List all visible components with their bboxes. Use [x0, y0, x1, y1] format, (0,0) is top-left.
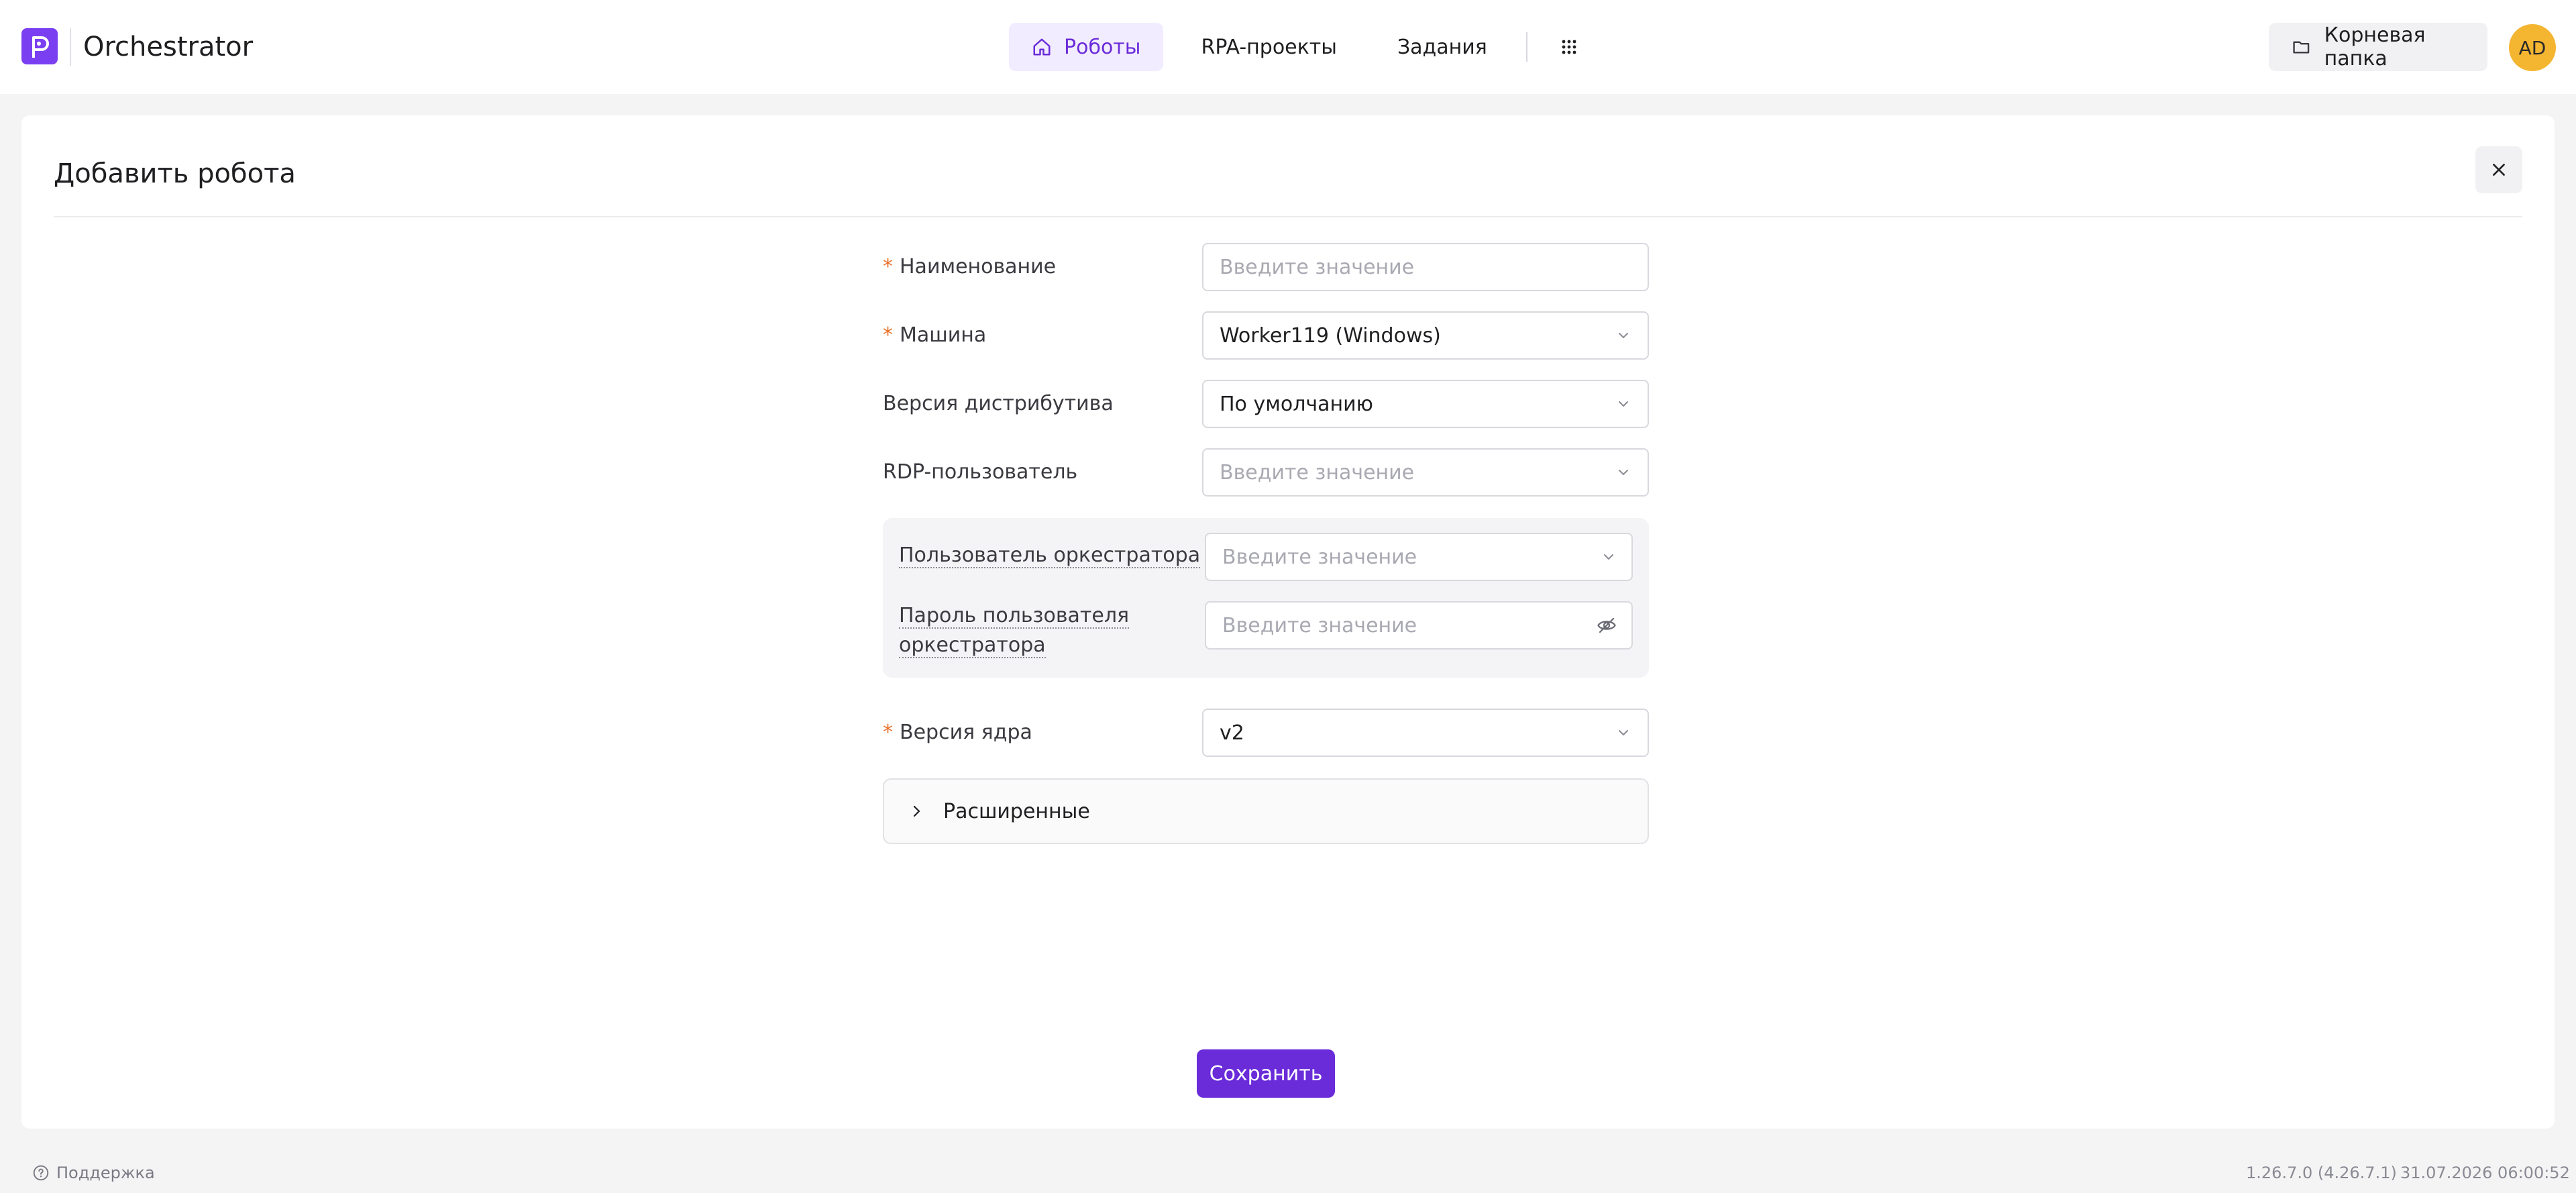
- help-circle-icon: [33, 1165, 49, 1181]
- chevron-down-icon: [1619, 730, 1628, 736]
- server-datetime: 31.07.2026 06:00:52: [2400, 1163, 2570, 1182]
- chevron-down-icon: [1604, 554, 1613, 560]
- main-nav: Роботы RPA-проекты Задания: [1009, 23, 1591, 71]
- orch-password-input[interactable]: Введите значение: [1205, 601, 1633, 650]
- required-marker: *: [883, 721, 893, 744]
- orch-password-label: Пароль пользователя оркестратора: [899, 604, 1130, 658]
- footer: Поддержка 1.26.7.0 (4.26.7.1) 31.07.2026…: [0, 1151, 2576, 1193]
- orch-user-select[interactable]: Введите значение: [1205, 533, 1633, 581]
- app-logo[interactable]: [21, 28, 58, 64]
- eye-off-icon[interactable]: [1597, 615, 1617, 635]
- app-title: Orchestrator: [83, 32, 254, 62]
- nav-item-rpa-projects[interactable]: RPA-проекты: [1178, 23, 1359, 71]
- machine-select[interactable]: Worker119 (Windows): [1202, 311, 1649, 360]
- form-row-machine: * Машина Worker119 (Windows): [883, 311, 1661, 360]
- form-row-distrib-version: Версия дистрибутива По умолчанию: [883, 380, 1661, 428]
- apps-menu-button[interactable]: [1548, 25, 1591, 68]
- rdp-user-select[interactable]: Введите значение: [1202, 448, 1649, 497]
- page-title: Добавить робота: [54, 158, 296, 189]
- chevron-down-icon: [1619, 401, 1628, 407]
- folder-icon: [2293, 41, 2310, 54]
- advanced-section-toggle[interactable]: Расширенные: [883, 778, 1649, 844]
- orch-user-label: Пользователь оркестратора: [899, 543, 1201, 568]
- field-label: * Наименование: [883, 255, 1057, 278]
- grid-icon: [1562, 40, 1576, 54]
- input-placeholder: Введите значение: [1220, 255, 1415, 279]
- panel-divider: [54, 216, 2522, 217]
- nav-item-label: Задания: [1397, 35, 1487, 59]
- select-placeholder: Введите значение: [1222, 545, 1417, 569]
- nav-item-robots[interactable]: Роботы: [1009, 23, 1164, 71]
- form-row-name: * Наименование Введите значение: [883, 243, 1661, 291]
- select-placeholder: Введите значение: [1220, 460, 1415, 484]
- home-icon: [1033, 38, 1051, 56]
- chevron-down-icon: [1619, 470, 1628, 476]
- field-label: * Машина: [883, 323, 987, 347]
- support-link[interactable]: Поддержка: [32, 1159, 155, 1186]
- root-folder-button[interactable]: Корневая папка: [2269, 23, 2487, 71]
- distrib-version-select[interactable]: По умолчанию: [1202, 380, 1649, 428]
- chevron-right-icon: [913, 805, 920, 817]
- nav-item-tasks[interactable]: Задания: [1375, 23, 1510, 71]
- required-marker: *: [883, 255, 893, 278]
- chevron-down-icon: [1619, 333, 1628, 339]
- form-row-core-version: * Версия ядра v2: [883, 709, 1661, 757]
- required-marker: *: [883, 323, 893, 347]
- orchestrator-credentials-group: Пользователь оркестратора Введите значен…: [883, 518, 1649, 678]
- nav-item-label: Роботы: [1064, 35, 1141, 59]
- name-input[interactable]: Введите значение: [1202, 243, 1649, 291]
- select-value: По умолчанию: [1220, 392, 1373, 416]
- advanced-label: Расширенные: [943, 799, 1090, 823]
- logo-divider: [70, 28, 71, 66]
- nav-divider: [1525, 32, 1527, 62]
- field-label: Версия дистрибутива: [883, 392, 1114, 415]
- nav-item-label: RPA-проекты: [1201, 35, 1337, 59]
- root-folder-label: Корневая папка: [2324, 23, 2426, 70]
- form-row-rdp-user: RDP-пользователь Введите значение: [883, 448, 1661, 497]
- user-avatar[interactable]: AD: [2509, 24, 2556, 71]
- close-button[interactable]: [2475, 146, 2522, 193]
- field-label: * Версия ядра: [883, 721, 1032, 744]
- save-button[interactable]: Сохранить: [1197, 1049, 1335, 1098]
- close-icon: [2493, 164, 2505, 176]
- field-label: RDP-пользователь: [883, 460, 1078, 484]
- support-label: Поддержка: [56, 1163, 155, 1182]
- select-value: v2: [1220, 721, 1244, 745]
- core-version-select[interactable]: v2: [1202, 709, 1649, 757]
- top-header: Orchestrator Роботы RPA-проекты Задания: [0, 0, 2576, 94]
- select-value: Worker119 (Windows): [1220, 323, 1441, 348]
- input-placeholder: Введите значение: [1222, 613, 1417, 637]
- app-version: 1.26.7.0 (4.26.7.1): [2246, 1163, 2397, 1182]
- logo-icon: [32, 36, 49, 58]
